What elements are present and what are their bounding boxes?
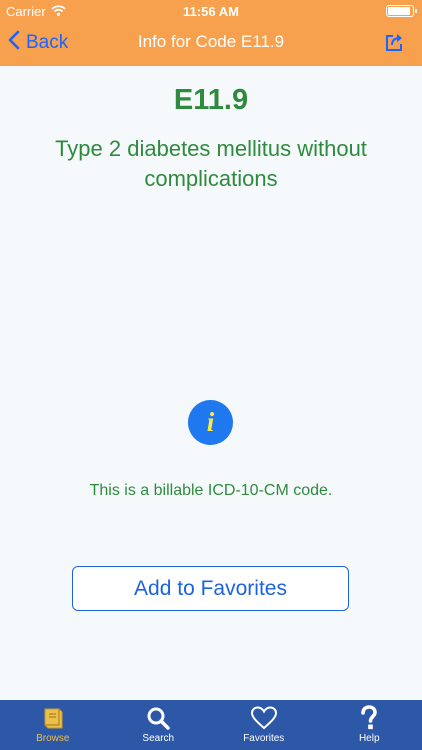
search-icon: [145, 705, 171, 731]
page-title: Info for Code E11.9: [137, 32, 285, 51]
heart-icon: [250, 705, 278, 731]
tab-favorites[interactable]: Favorites: [211, 700, 317, 750]
status-time: 11:56 AM: [183, 4, 239, 19]
tab-favorites-label: Favorites: [243, 733, 285, 744]
billable-notice: This is a billable ICD-10-CM code.: [89, 482, 333, 499]
tab-browse[interactable]: Browse: [0, 700, 106, 750]
tab-bar: Browse Search Favorites Help: [0, 700, 422, 750]
tab-help-label: Help: [358, 733, 380, 744]
status-bar: Carrier 11:56 AM: [0, 0, 422, 22]
add-to-favorites-button[interactable]: Add to Favorites: [72, 566, 349, 611]
info-icon: i: [188, 400, 233, 445]
code-heading: E11.9: [173, 84, 249, 116]
info-glyph: i: [206, 407, 215, 437]
share-icon[interactable]: [384, 31, 406, 58]
tab-search[interactable]: Search: [106, 700, 212, 750]
question-icon: [357, 705, 381, 731]
tab-browse-label: Browse: [36, 733, 70, 744]
code-description: Type 2 diabetes mellitus without complic…: [55, 136, 367, 191]
tab-search-label: Search: [142, 733, 175, 744]
battery-icon: [386, 5, 417, 17]
tab-help[interactable]: Help: [317, 700, 422, 750]
book-icon: [40, 705, 66, 731]
top-bar: Carrier 11:56 AM Back Info for Code E11.…: [0, 0, 422, 66]
navigation-bar: Back Info for Code E11.9: [0, 22, 422, 66]
